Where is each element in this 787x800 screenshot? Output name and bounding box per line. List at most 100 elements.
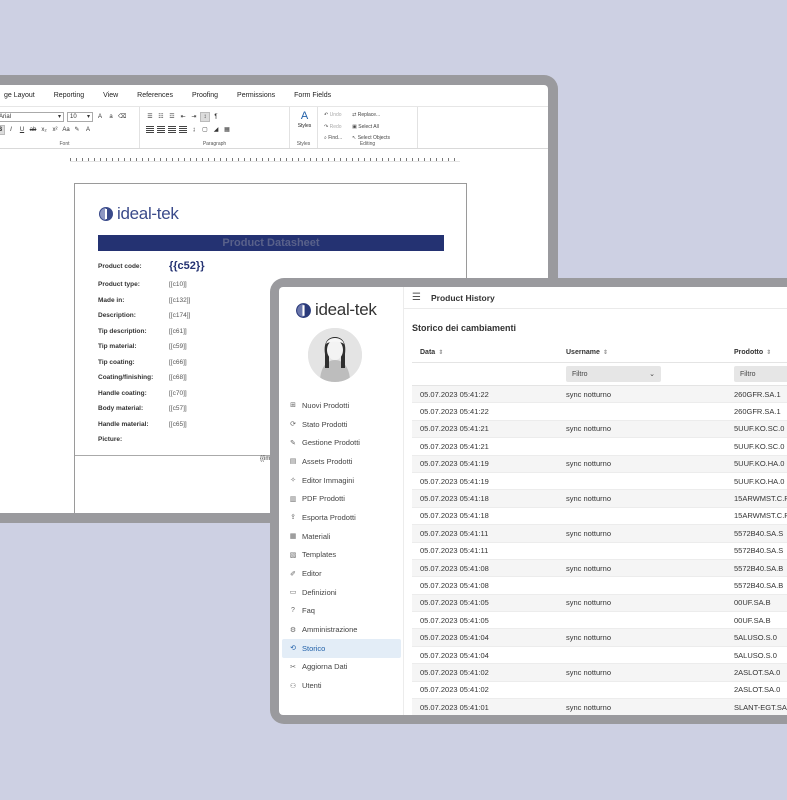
sidebar-item-editor-immagini[interactable]: ✧ Editor Immagini: [282, 471, 401, 490]
sidebar-item-gestione-prodotti[interactable]: ✎ Gestione Prodotti: [282, 433, 401, 452]
highlight-icon[interactable]: ✎: [73, 126, 81, 134]
subscript-icon[interactable]: x₂: [40, 126, 48, 134]
column-header-data[interactable]: Data ⇕: [412, 349, 558, 356]
sidebar-item-assets-prodotti[interactable]: ▤ Assets Prodotti: [282, 452, 401, 471]
font-size-select[interactable]: 10 ▾: [67, 111, 93, 122]
show-marks-icon[interactable]: ¶: [212, 113, 220, 121]
borders-icon[interactable]: ▢: [201, 126, 209, 134]
table-row[interactable]: 05.07.2023 05:41:08 sync notturno 5572B40.…: [412, 559, 787, 578]
column-header-username[interactable]: Username ⇕: [558, 349, 726, 356]
line-spacing-icon[interactable]: ↨: [190, 126, 198, 134]
cell-username: sync notturno: [566, 528, 612, 538]
superscript-icon[interactable]: x²: [51, 126, 59, 134]
menu-page-layout[interactable]: ge Layout: [4, 92, 35, 99]
sidebar-item-definizioni[interactable]: ▭ Definizioni: [282, 583, 401, 602]
clear-format-icon[interactable]: ⌫: [118, 113, 126, 121]
sidebar-item-storico[interactable]: ⟲ Storico: [282, 638, 401, 658]
sidebar-item-utenti[interactable]: ⚇ Utenti: [282, 676, 401, 695]
justify-icon[interactable]: [179, 126, 187, 133]
table-row[interactable]: 05.07.2023 05:41:04 5ALUSO.S.0: [412, 647, 787, 665]
strikethrough-icon[interactable]: ab: [29, 126, 37, 134]
grow-font-icon[interactable]: A: [96, 113, 104, 121]
align-left-icon[interactable]: [146, 126, 154, 133]
table-row[interactable]: 05.07.2023 05:41:02 sync notturno 2ASLOT.S…: [412, 664, 787, 682]
table-row[interactable]: 05.07.2023 05:41:19 5UUF.KO.HA.0: [412, 473, 787, 491]
sidebar-item-templates[interactable]: ▧ Templates: [282, 546, 401, 565]
sidebar-item-aggiorna-dati[interactable]: ✂ Aggiorna Dati: [282, 658, 401, 677]
sidebar-item-pdf-prodotti[interactable]: ▥ PDF Prodotti: [282, 489, 401, 508]
sidebar-item-faq[interactable]: ? Faq: [282, 602, 401, 621]
table-row[interactable]: 05.07.2023 05:41:05 sync notturno 00UF.SA.…: [412, 594, 787, 613]
field-placeholder[interactable]: [[c68]]: [169, 374, 187, 381]
field-placeholder[interactable]: [[c174]]: [169, 312, 190, 319]
table-row[interactable]: 05.07.2023 05:41:19 sync notturno 5UUF.KO.…: [412, 455, 787, 473]
shrink-font-icon[interactable]: a: [107, 113, 115, 121]
table-row[interactable]: 05.07.2023 05:41:22 sync notturno 260GFR.S…: [412, 386, 787, 404]
table-row[interactable]: 05.07.2023 05:41:05 00UF.SA.B: [412, 612, 787, 630]
sidebar-item-materiali[interactable]: ▦ Materiali: [282, 527, 401, 546]
replace-button[interactable]: ⇄ Replace...: [352, 110, 390, 122]
table-row[interactable]: 05.07.2023 05:41:08 5572B40.SA.B: [412, 577, 787, 595]
menu-view[interactable]: View: [103, 92, 118, 99]
table-row[interactable]: 05.07.2023 05:41:22 260GFR.SA.1: [412, 403, 787, 421]
styles-icon[interactable]: A: [296, 110, 313, 123]
bullets-icon[interactable]: ☰: [146, 113, 154, 121]
redo-button[interactable]: ↷ Redo: [324, 122, 342, 134]
sidebar-item-amministrazione[interactable]: ⚙ Amministrazione: [282, 620, 401, 639]
change-case-icon[interactable]: Aa: [62, 126, 70, 134]
table-row[interactable]: 05.07.2023 05:41:18 sync notturno 15ARWMST…: [412, 490, 787, 508]
username-filter-select[interactable]: Filtro ⌄: [566, 366, 661, 382]
sidebar-item-nuovi-prodotti[interactable]: ⊞ Nuovi Prodotti: [282, 396, 401, 415]
field-placeholder[interactable]: [[c10]]: [169, 281, 187, 288]
italic-icon[interactable]: I: [7, 126, 15, 134]
table-icon[interactable]: ▦: [223, 126, 231, 134]
shading-icon[interactable]: ◢: [212, 126, 220, 134]
app-logo[interactable]: ideal-tek: [295, 300, 377, 320]
menu-permissions[interactable]: Permissions: [237, 92, 275, 99]
align-center-icon[interactable]: [157, 126, 165, 133]
prodotto-filter-select[interactable]: Filtro⌄: [734, 366, 787, 382]
bold-icon[interactable]: B: [0, 124, 5, 135]
sort-icon[interactable]: ↕: [200, 111, 210, 122]
field-placeholder[interactable]: [[c61]]: [169, 328, 187, 335]
table-row[interactable]: 05.07.2023 05:41:11 sync notturno 5572B40.…: [412, 525, 787, 543]
field-placeholder[interactable]: [[c59]]: [169, 343, 187, 350]
field-placeholder[interactable]: [[c66]]: [169, 359, 187, 366]
menu-form-fields[interactable]: Form Fields: [294, 92, 331, 99]
column-header-prodotto[interactable]: Prodotto ⇕: [726, 349, 787, 356]
undo-button[interactable]: ↶ Undo: [324, 110, 342, 122]
table-row[interactable]: 05.07.2023 05:41:11 5572B40.SA.S: [412, 543, 787, 560]
table-row[interactable]: 05.07.2023 05:41:21 sync notturno 5UUF.KO.…: [412, 420, 787, 439]
increase-indent-icon[interactable]: ⇥: [190, 113, 198, 121]
table-row[interactable]: 05.07.2023 05:41:01 sync notturno SLANT-EG…: [412, 699, 787, 715]
numbering-icon[interactable]: ☷: [157, 113, 165, 121]
field-placeholder[interactable]: [[c70]]: [169, 390, 187, 397]
select-all-label: Select All: [358, 123, 379, 130]
menu-reporting[interactable]: Reporting: [54, 92, 84, 99]
avatar[interactable]: [308, 328, 362, 382]
menu-references[interactable]: References: [137, 92, 173, 99]
multilevel-icon[interactable]: ☲: [168, 113, 176, 121]
field-placeholder[interactable]: [[c57]]: [169, 405, 187, 412]
font-color-icon[interactable]: A: [84, 126, 92, 134]
underline-icon[interactable]: U: [18, 126, 26, 134]
font-name-select[interactable]: Arial ▾: [0, 111, 64, 122]
table-row[interactable]: 05.07.2023 05:41:02 2ASLOT.SA.0: [412, 682, 787, 700]
decrease-indent-icon[interactable]: ⇤: [179, 113, 187, 121]
select-all-button[interactable]: ▣ Select All: [352, 122, 390, 134]
sidebar-item-editor[interactable]: ✐ Editor: [282, 564, 401, 583]
table-row[interactable]: 05.07.2023 05:41:18 15ARWMST.C.R: [412, 508, 787, 526]
field-placeholder[interactable]: [[c65]]: [169, 421, 187, 428]
user-avatar-icon: [308, 328, 362, 382]
table-row[interactable]: 05.07.2023 05:41:21 5UUF.KO.SC.0: [412, 438, 787, 456]
sidebar-item-esporta-prodotti[interactable]: ⇪ Esporta Prodotti: [282, 508, 401, 527]
hamburger-menu-icon[interactable]: ☰: [412, 292, 421, 303]
sidebar-item-stato-prodotti[interactable]: ⟳ Stato Prodotti: [282, 415, 401, 434]
menu-proofing[interactable]: Proofing: [192, 92, 218, 99]
field-placeholder[interactable]: [[c132]]: [169, 297, 190, 304]
align-right-icon[interactable]: [168, 126, 176, 133]
table-row[interactable]: 05.07.2023 05:41:04 sync notturno 5ALUSO.S…: [412, 629, 787, 647]
horizontal-ruler[interactable]: [70, 154, 460, 162]
field-placeholder[interactable]: {{c52}}: [169, 260, 204, 272]
styles-button-label[interactable]: Styles: [296, 123, 313, 129]
